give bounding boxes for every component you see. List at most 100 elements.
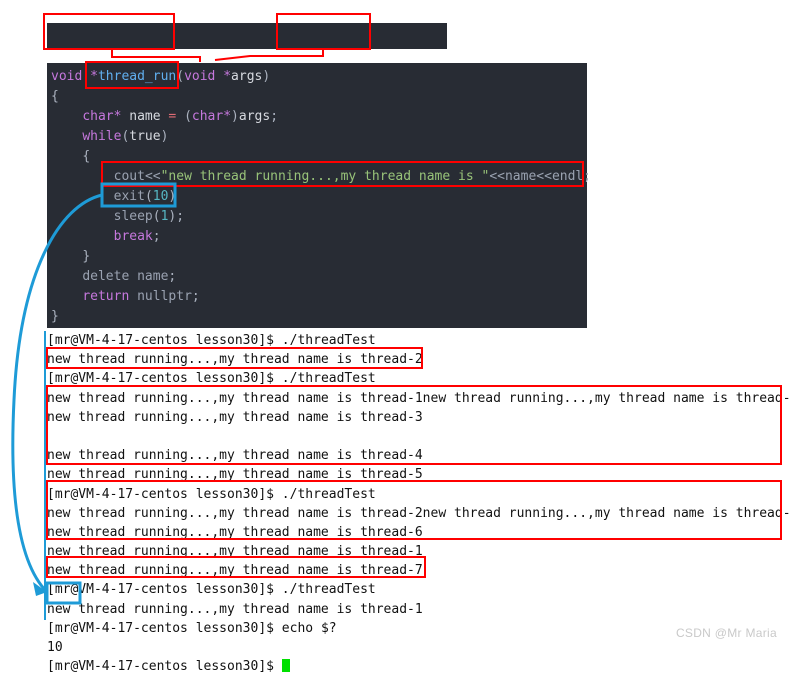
terminal-output-line: 10 [47,640,63,655]
terminal-output-line: new thread running...,my thread name is … [47,448,423,464]
code-token: ( [176,69,185,84]
shell-command [274,659,282,674]
shell-command: ./threadTest [273,333,376,348]
code-token: } [51,309,59,324]
shell-prompt: [mr@VM-4-17-centos lesson30]$ [47,620,274,636]
code-token: * [223,109,232,124]
terminal-output-line: new thread running...,my thread name is … [47,467,423,483]
terminal-output-line: new thread running...,my thread name is … [47,390,791,406]
terminal-prompt-line: [mr@VM-4-17-centos lesson30]$ ./threadTe… [47,485,791,504]
terminal-output-line: new thread running...,my thread name is … [47,524,423,540]
shell-prompt: [mr@VM-4-17-centos lesson30]$ [47,486,274,502]
terminal-prompt-line: [mr@VM-4-17-centos lesson30]$ [47,657,791,676]
code-token: name [129,269,169,284]
shell-command: ./threadTest [273,486,376,502]
code-token: ( [176,109,192,124]
shell-command: echo $? [273,620,337,636]
shell-prompt: [mr@VM-4-17-centos lesson30]$ [47,582,274,598]
code-token: args [231,69,263,84]
code-token: ; [168,269,177,284]
code-line: cout<<"new thread running...,my thread n… [51,167,591,187]
code-token: ; [191,289,200,304]
terminal-prompt-line: [mr@VM-4-17-centos lesson30]$ ./threadTe… [47,331,791,350]
code-token: name [504,169,537,184]
code-token: name [121,109,169,124]
code-token: delete [82,269,130,284]
code-line: char* name = (char*)args; [51,107,587,127]
code-token: { [51,89,59,104]
code-token: while [82,129,122,144]
code-line: { [51,87,587,107]
code-token: "new thread running...,my thread name is… [160,169,490,184]
code-token: args [238,109,271,124]
code-token: ; [270,109,279,124]
shell-command: ./threadTest [273,582,376,598]
code-token: break [113,229,153,244]
shell-prompt: [mr@VM-4-17-centos lesson30]$ [47,659,274,675]
code-line: delete name; [51,267,587,287]
code-token: ) [262,69,271,84]
code-token: << [144,169,161,184]
code-token: cout [113,169,145,184]
arrow-head [33,582,47,596]
pthread-create-snippet: pthread_create(tids+i,nullptr,thread_run… [47,23,447,83]
terminal-prompt-line: [mr@VM-4-17-centos lesson30]$ ./threadTe… [47,580,791,599]
code-line: } [51,307,587,327]
code-line: void *thread_run(void *args) [51,67,587,87]
shell-prompt: [mr@VM-4-17-centos lesson30]$ [47,333,274,348]
code-token: ) [168,189,177,204]
code-token: thread_run [97,69,177,84]
code-line: break; [51,227,587,247]
code-line: while(true) [51,127,587,147]
shell-prompt: [mr@VM-4-17-centos lesson30]$ [47,371,274,387]
shell-command: ./threadTest [273,371,376,387]
code-token: 10 [152,189,169,204]
code-token: true [129,129,161,144]
code-token: ; [583,169,592,184]
thread-run-code-block: void *thread_run(void *args){ char* name… [47,63,591,328]
code-line: } [51,247,587,267]
terminal-output-line: new thread running...,my thread name is … [47,352,423,368]
code-token: exit [113,189,145,204]
code-token: void [51,69,91,84]
terminal-cursor [281,659,290,673]
code-token: char [82,109,114,124]
code-token: ) [160,129,169,144]
code-token: ) [231,109,239,124]
terminal-output-line: new thread running...,my thread name is … [47,601,423,617]
code-line: exit(10) [51,187,587,207]
code-line: return nullptr; [51,287,587,307]
terminal-output-line: new thread running...,my thread name is … [47,505,791,521]
code-token: ( [152,209,161,224]
code-token: nullptr [129,289,192,304]
code-token: ); [168,209,185,224]
code-line: sleep(1); [51,207,587,227]
code-token: << [536,169,552,184]
code-token: sleep [113,209,153,224]
csdn-watermark: CSDN @Mr Maria [675,626,777,640]
code-token: void [184,69,224,84]
code-token: return [82,289,130,304]
code-token: ( [144,189,153,204]
terminal-output: [mr@VM-4-17-centos lesson30]$ ./threadTe… [47,331,791,676]
code-token: char [191,109,224,124]
code-token: { [82,149,91,164]
code-token: << [489,169,505,184]
code-token: } [82,249,91,264]
code-token: ; [152,229,161,244]
code-line: { [51,147,587,167]
code-token: * [90,69,98,84]
terminal-output-line: new thread running...,my thread name is … [47,409,423,425]
terminal-prompt-line: [mr@VM-4-17-centos lesson30]$ ./threadTe… [47,369,791,388]
terminal-output-line: new thread running...,my thread name is … [47,544,423,560]
